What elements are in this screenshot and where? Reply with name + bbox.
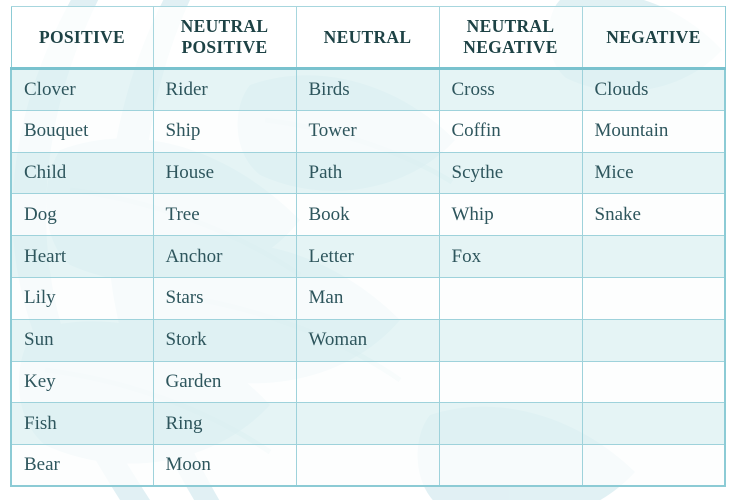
table-cell-neutral: Man: [295, 276, 440, 320]
table-cell-neutral-negative: Cross: [438, 68, 583, 111]
table-cell-empty-negative: [581, 444, 726, 488]
table-cell-neutral-positive: Rider: [152, 68, 297, 111]
header-line-1: POSITIVE: [38, 26, 126, 47]
table-cell-neutral: Path: [295, 151, 440, 195]
table-row: Child House Path Scythe Mice: [10, 151, 726, 195]
column-header-neutral-negative: NEUTRAL NEGATIVE: [438, 6, 583, 70]
table-cell-neutral-positive: Garden: [152, 360, 297, 404]
table-cell-neutral: Tower: [295, 109, 440, 153]
table-cell-neutral-positive: Tree: [152, 193, 297, 237]
table-cell-neutral-negative: Coffin: [438, 109, 583, 153]
table-cell-neutral-positive: Moon: [152, 444, 297, 488]
table-cell-neutral-positive: Stars: [152, 276, 297, 320]
table-body: Clover Rider Birds Cross Clouds Bouquet Ship To…: [10, 68, 726, 488]
table-row: Sun Stork Woman: [10, 318, 726, 362]
table-cell-positive: Child: [10, 151, 154, 195]
column-header-neutral: NEUTRAL: [295, 6, 440, 70]
table-cell-empty-negative: [581, 235, 726, 278]
table-cell-empty-negative: [581, 318, 726, 362]
table-cell-empty-negative: [581, 276, 726, 320]
table-cell-negative: Mice: [581, 151, 726, 195]
table-row: Fish Ring: [10, 402, 726, 446]
table-row: Bear Moon: [10, 444, 726, 488]
table-cell-neutral: Letter: [295, 235, 440, 278]
header-line-2: POSITIVE: [181, 37, 268, 57]
table-cell-empty-neutral-negative: [438, 444, 583, 488]
table-cell-neutral-positive: House: [152, 151, 297, 195]
table-cell-empty-neutral: [295, 360, 440, 404]
table-cell-neutral-positive: Ring: [152, 402, 297, 446]
table-cell-positive: Bear: [10, 444, 154, 488]
table-cell-empty-neutral: [295, 402, 440, 446]
table-cell-positive: Sun: [10, 318, 154, 362]
table-row: Dog Tree Book Whip Snake: [10, 193, 726, 237]
table-cell-positive: Lily: [10, 276, 154, 320]
column-header-neutral-positive: NEUTRAL POSITIVE: [152, 6, 297, 70]
table-cell-empty-neutral-negative: [438, 360, 583, 404]
table-cell-neutral-negative: Whip: [438, 193, 583, 237]
table-row: Lily Stars Man: [10, 276, 726, 320]
table-cell-positive: Bouquet: [10, 109, 154, 153]
table-row: Heart Anchor Letter Fox: [10, 235, 726, 278]
table-cell-positive: Fish: [10, 402, 154, 446]
table-cell-neutral: Woman: [295, 318, 440, 362]
column-header-negative: NEGATIVE: [581, 6, 726, 70]
table-cell-positive: Key: [10, 360, 154, 404]
table-cell-neutral-positive: Stork: [152, 318, 297, 362]
header-row: POSITIVE NEUTRAL POSITIVE NEUTRAL NEUTRA…: [10, 6, 726, 70]
header-line-2: NEGATIVE: [463, 37, 558, 57]
table-cell-neutral-negative: Fox: [438, 235, 583, 278]
lenormand-tone-table: POSITIVE NEUTRAL POSITIVE NEUTRAL NEUTRA…: [10, 6, 726, 488]
table-cell-empty-negative: [581, 360, 726, 404]
header-line-1: NEUTRAL: [180, 16, 269, 37]
table-cell-empty-neutral-negative: [438, 318, 583, 362]
table-cell-positive: Heart: [10, 235, 154, 278]
table-cell-neutral-negative: Scythe: [438, 151, 583, 195]
table-row: Bouquet Ship Tower Coffin Mountain: [10, 109, 726, 153]
header-line-1: NEUTRAL: [466, 16, 555, 37]
table-cell-empty-neutral: [295, 444, 440, 488]
table-cell-positive: Clover: [10, 68, 154, 111]
table-cell-neutral-positive: Ship: [152, 109, 297, 153]
table-cell-positive: Dog: [10, 193, 154, 237]
table-cell-empty-neutral-negative: [438, 276, 583, 320]
table-header: POSITIVE NEUTRAL POSITIVE NEUTRAL NEUTRA…: [10, 6, 726, 70]
table-cell-neutral: Book: [295, 193, 440, 237]
column-header-positive: POSITIVE: [10, 6, 154, 70]
table-cell-negative: Mountain: [581, 109, 726, 153]
header-line-1: NEUTRAL: [323, 26, 412, 47]
table-cell-empty-negative: [581, 402, 726, 446]
table-cell-empty-neutral-negative: [438, 402, 583, 446]
table-row: Clover Rider Birds Cross Clouds: [10, 68, 726, 111]
table-cell-negative: Snake: [581, 193, 726, 237]
table-row: Key Garden: [10, 360, 726, 404]
table-cell-neutral-positive: Anchor: [152, 235, 297, 278]
table-cell-neutral: Birds: [295, 68, 440, 111]
tone-table-container: POSITIVE NEUTRAL POSITIVE NEUTRAL NEUTRA…: [10, 6, 726, 488]
header-line-1: NEGATIVE: [606, 26, 701, 47]
table-cell-negative: Clouds: [581, 68, 726, 111]
